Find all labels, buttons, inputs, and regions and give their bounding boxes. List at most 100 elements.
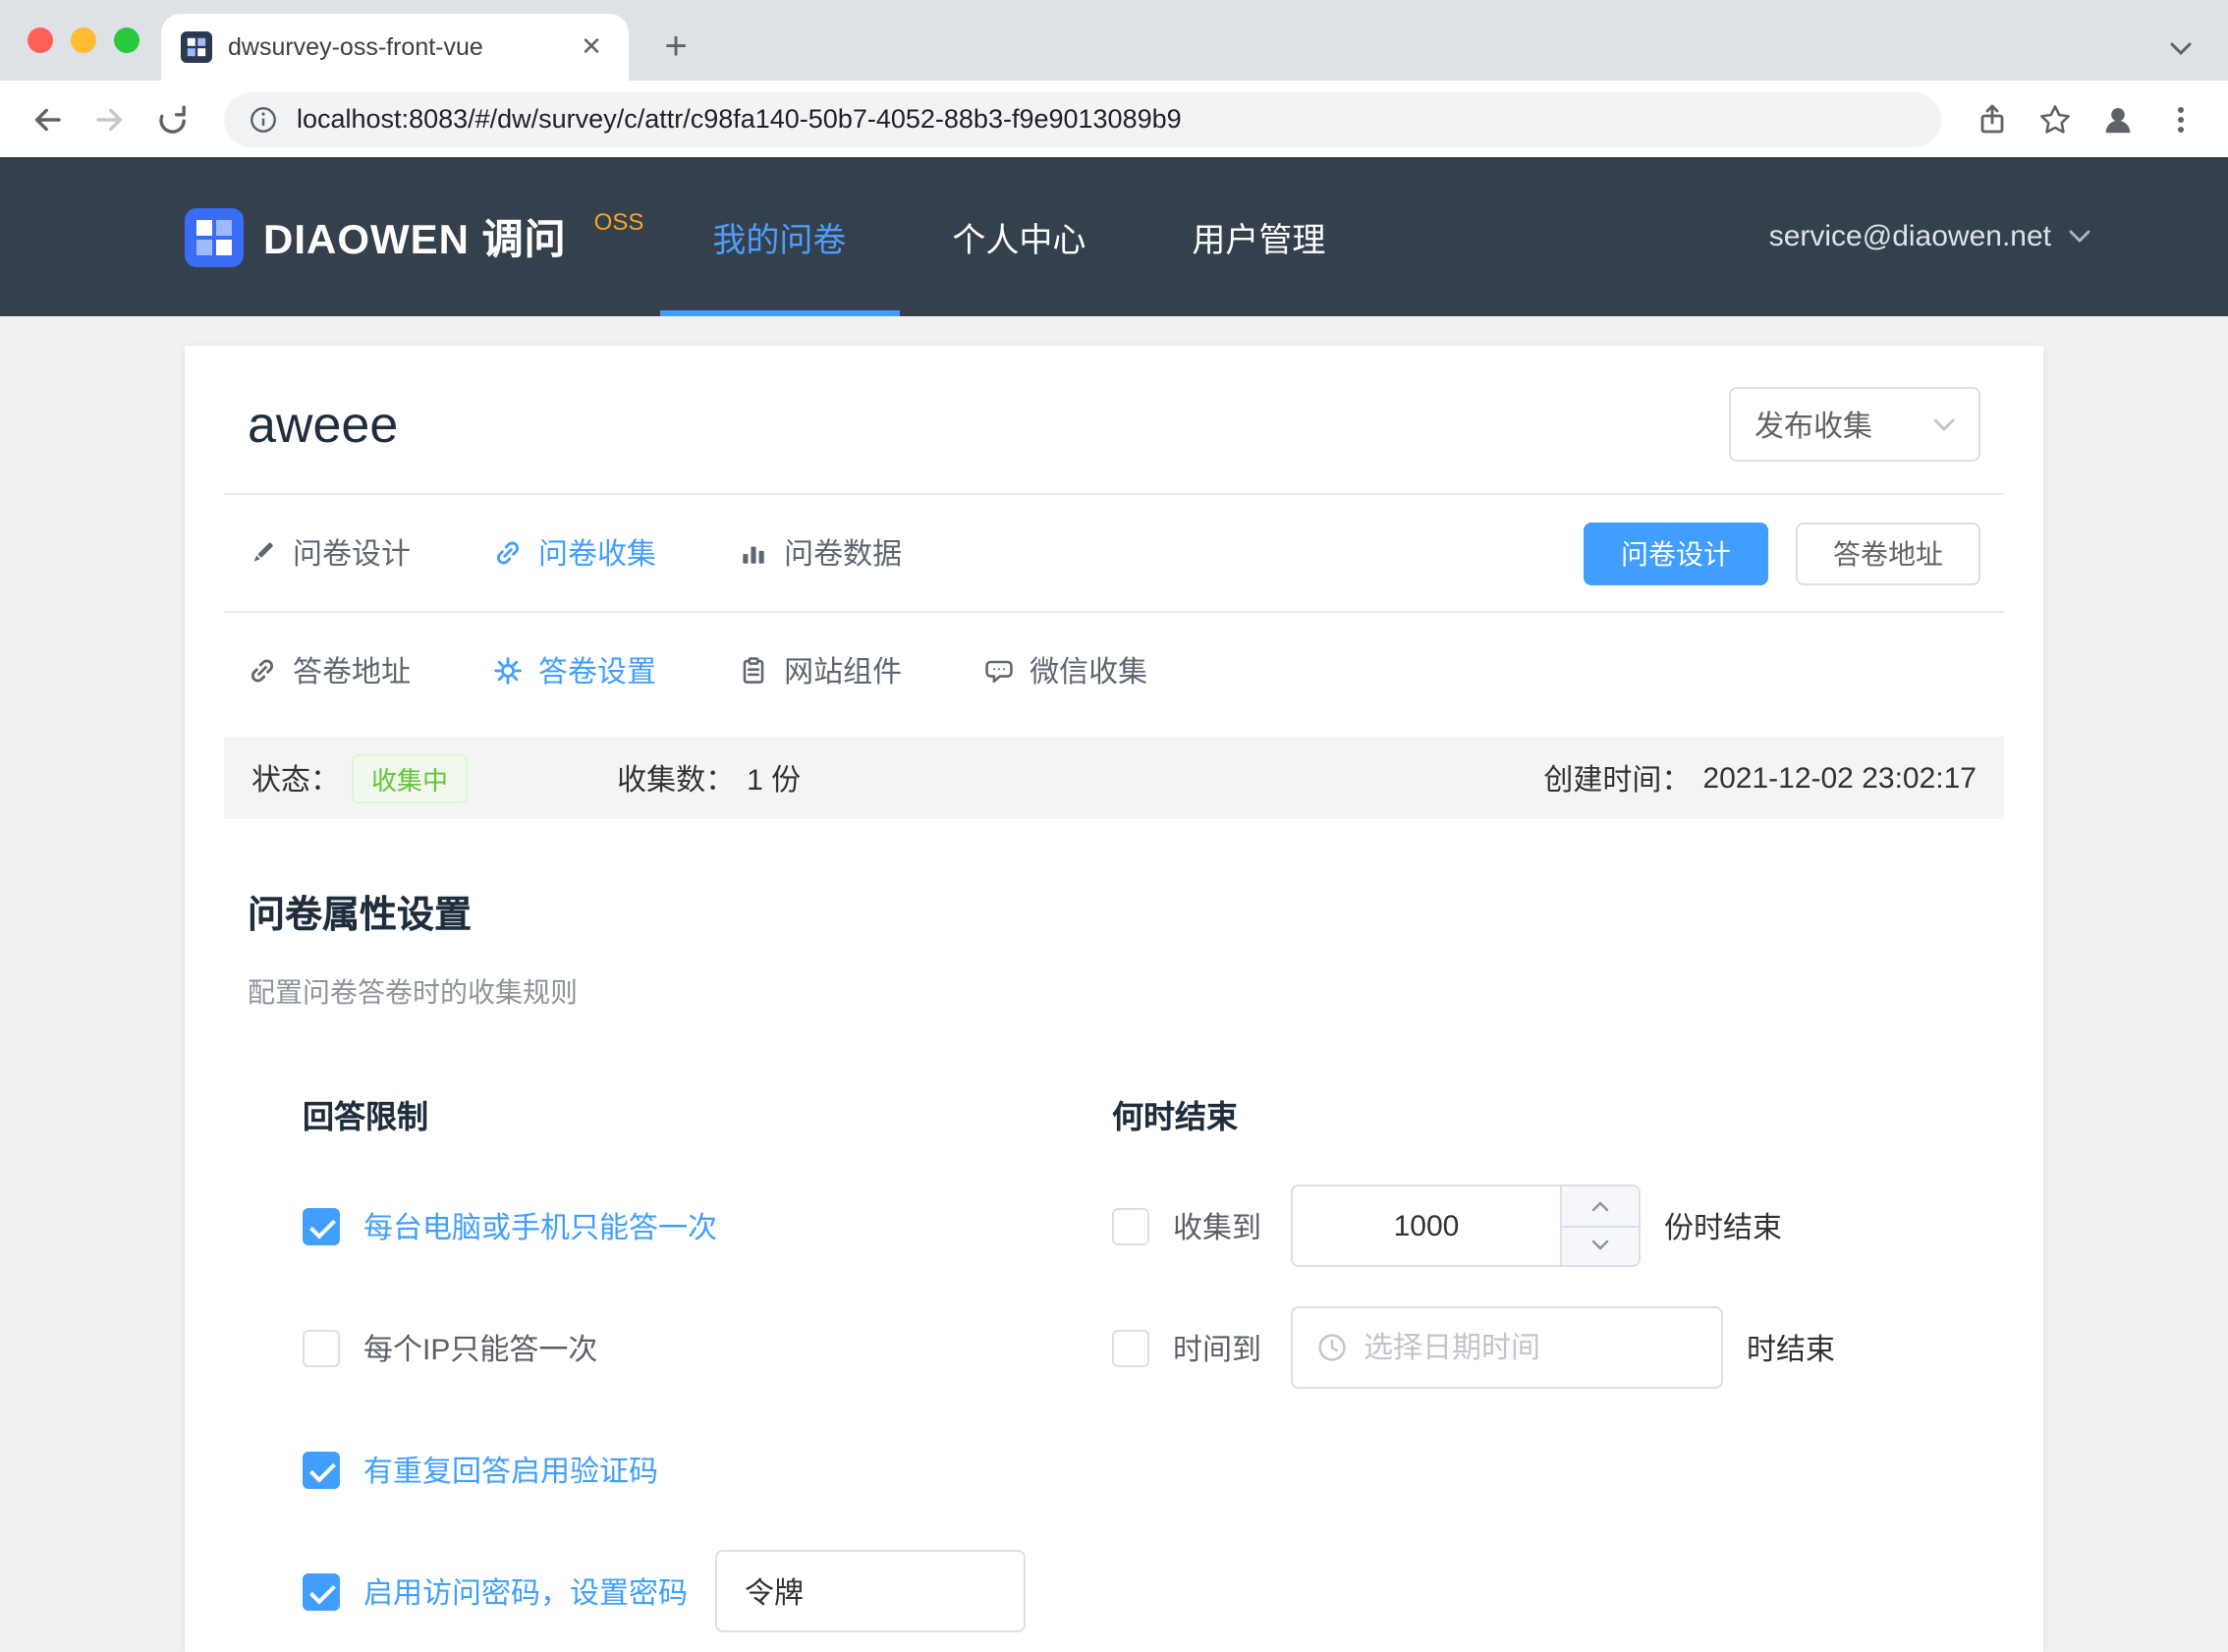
brand-logo — [185, 207, 244, 266]
window-controls — [28, 28, 139, 53]
pencil-icon — [248, 538, 277, 568]
option-label[interactable]: 启用访问密码，设置密码 — [363, 1570, 688, 1612]
option-label[interactable]: 有重复回答启用验证码 — [363, 1449, 658, 1490]
bar-chart-icon — [739, 538, 768, 568]
tab-search-chevron-icon[interactable] — [2169, 41, 2193, 57]
url-bar[interactable]: localhost:8083/#/dw/survey/c/attr/c98fa1… — [224, 91, 1941, 146]
datetime-input[interactable] — [1364, 1331, 1698, 1364]
bookmark-star-icon[interactable] — [2028, 91, 2083, 146]
checkbox-collect-count[interactable] — [1112, 1207, 1149, 1244]
window-close-button[interactable] — [28, 28, 53, 53]
answer-url-button[interactable]: 答卷地址 — [1796, 522, 1980, 584]
created-time-value: 2021-12-02 23:02:17 — [1702, 761, 1977, 795]
link-icon — [493, 538, 523, 568]
browser-tab-strip: dwsurvey-oss-front-vue ✕ + — [0, 0, 2228, 81]
nav-item-personal-center[interactable]: 个人中心 — [899, 157, 1139, 316]
card-header: aweee 发布收集 — [185, 346, 2043, 493]
tab-answer-settings[interactable]: 答卷设置 — [493, 650, 656, 691]
favicon — [181, 31, 212, 63]
brand-name: DIAOWEN 调问 — [263, 207, 567, 266]
status-label: 状态： — [251, 757, 340, 798]
publish-collect-label: 发布收集 — [1755, 404, 1872, 445]
option-label[interactable]: 每台电脑或手机只能答一次 — [363, 1205, 717, 1246]
secondary-tabs: 答卷地址 答卷设置 网站组件 — [185, 613, 2043, 729]
url-text: localhost:8083/#/dw/survey/c/attr/c98fa1… — [297, 104, 1182, 134]
collect-count-label: 收集数： — [617, 757, 735, 798]
collect-count-stepper — [1291, 1184, 1641, 1267]
end-suffix: 份时结束 — [1664, 1205, 1782, 1246]
answer-limit-heading: 回答限制 — [303, 1090, 1112, 1137]
status-badge: 收集中 — [352, 753, 468, 802]
gear-icon — [493, 656, 523, 686]
forward-icon[interactable] — [83, 91, 138, 146]
brand-badge: OSS — [594, 207, 644, 235]
chat-bubble-icon — [984, 656, 1014, 686]
tab-label: 答卷设置 — [538, 650, 656, 691]
option-row-one-per-ip: 每个IP只能答一次 — [303, 1306, 1112, 1389]
tab-survey-data[interactable]: 问卷数据 — [739, 532, 902, 574]
checkbox-password[interactable] — [303, 1572, 340, 1610]
tab-label: 问卷设计 — [293, 532, 411, 574]
new-tab-button[interactable]: + — [648, 18, 703, 77]
collect-count-input[interactable] — [1293, 1186, 1560, 1265]
profile-avatar-icon[interactable] — [2090, 91, 2145, 146]
attribute-settings-section: 问卷属性设置 配置问卷答卷时的收集规则 回答限制 每台电脑或手机只能答一次 每个… — [185, 819, 2043, 1652]
browser-address-bar: localhost:8083/#/dw/survey/c/attr/c98fa1… — [0, 81, 2228, 157]
main-nav: 我的问卷 个人中心 用户管理 — [659, 157, 1378, 316]
datetime-picker[interactable] — [1291, 1306, 1723, 1389]
end-suffix: 时结束 — [1747, 1327, 1835, 1368]
end-row-collect-count: 收集到 — [1112, 1184, 1980, 1267]
tab-survey-collect[interactable]: 问卷收集 — [493, 532, 656, 574]
end-label[interactable]: 收集到 — [1173, 1205, 1275, 1246]
option-row-password: 启用访问密码，设置密码 — [303, 1550, 1112, 1632]
window-minimize-button[interactable] — [71, 28, 96, 53]
primary-tabs: 问卷设计 问卷收集 问卷数据 问卷设计 答卷地址 — [185, 495, 2043, 611]
option-label[interactable]: 每个IP只能答一次 — [363, 1327, 597, 1368]
app-header: DIAOWEN 调问 OSS 我的问卷 个人中心 用户管理 service@di… — [0, 157, 2228, 316]
checkbox-one-per-device[interactable] — [303, 1207, 340, 1244]
tab-wechat-collect[interactable]: 微信收集 — [984, 650, 1147, 691]
header-actions: 问卷设计 答卷地址 — [1584, 522, 1980, 584]
section-subheading: 配置问卷答卷时的收集规则 — [248, 972, 1980, 1012]
reload-icon[interactable] — [145, 91, 200, 146]
account-email: service@diaowen.net — [1769, 220, 2051, 253]
tab-label: 网站组件 — [784, 650, 902, 691]
tab-answer-url[interactable]: 答卷地址 — [248, 650, 411, 691]
tab-close-icon[interactable]: ✕ — [574, 31, 609, 63]
survey-card: aweee 发布收集 问卷设计 — [185, 346, 2043, 1652]
end-label[interactable]: 时间到 — [1173, 1327, 1275, 1368]
browser-tab[interactable]: dwsurvey-oss-front-vue ✕ — [161, 14, 629, 81]
end-row-deadline: 时间到 时结束 — [1112, 1306, 1980, 1389]
tab-site-widget[interactable]: 网站组件 — [739, 650, 902, 691]
window-zoom-button[interactable] — [114, 28, 139, 53]
nav-item-user-management[interactable]: 用户管理 — [1139, 157, 1378, 316]
stepper-down-icon[interactable] — [1562, 1225, 1639, 1265]
option-row-one-per-device: 每台电脑或手机只能答一次 — [303, 1184, 1112, 1267]
stepper-controls — [1560, 1186, 1639, 1265]
tab-label: 问卷收集 — [538, 532, 656, 574]
stepper-up-icon[interactable] — [1562, 1186, 1639, 1225]
end-condition-column: 何时结束 收集到 — [1112, 1090, 1980, 1652]
browser-menu-icon[interactable] — [2153, 91, 2208, 146]
tab-survey-design[interactable]: 问卷设计 — [248, 532, 411, 574]
checkbox-one-per-ip[interactable] — [303, 1329, 340, 1366]
chevron-down-icon — [1933, 417, 1955, 431]
tab-title: dwsurvey-oss-front-vue — [228, 33, 558, 61]
checkbox-captcha[interactable] — [303, 1451, 340, 1488]
account-menu[interactable]: service@diaowen.net — [1769, 220, 2090, 253]
page-background: aweee 发布收集 问卷设计 — [0, 316, 2228, 1652]
tab-label: 问卷数据 — [784, 532, 902, 574]
back-icon[interactable] — [20, 91, 75, 146]
chevron-down-icon — [2069, 230, 2090, 244]
checkbox-deadline[interactable] — [1112, 1329, 1149, 1366]
tab-label: 微信收集 — [1030, 650, 1147, 691]
publish-collect-dropdown[interactable]: 发布收集 — [1729, 387, 1980, 462]
password-input[interactable] — [715, 1550, 1026, 1632]
site-info-icon[interactable] — [248, 103, 279, 135]
survey-title: aweee — [248, 394, 398, 455]
survey-design-button[interactable]: 问卷设计 — [1584, 522, 1768, 584]
section-heading: 问卷属性设置 — [248, 886, 1980, 939]
nav-item-my-surveys[interactable]: 我的问卷 — [659, 157, 899, 316]
share-icon[interactable] — [1965, 91, 2020, 146]
answer-limit-column: 回答限制 每台电脑或手机只能答一次 每个IP只能答一次 有重复回答启用验证码 — [303, 1090, 1112, 1652]
